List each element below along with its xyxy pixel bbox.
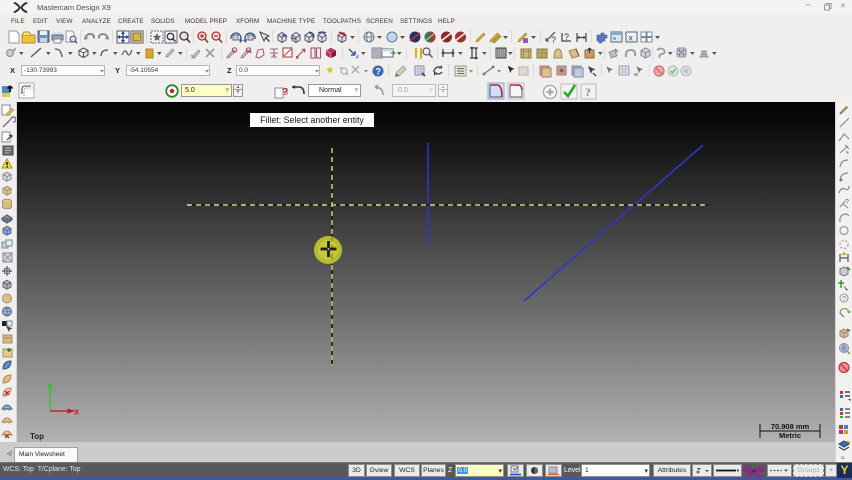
svg-text:?: ? bbox=[551, 35, 556, 45]
svg-text:Metric: Metric bbox=[779, 431, 801, 440]
svg-text:≈: ≈ bbox=[841, 455, 845, 462]
svg-text:?: ? bbox=[842, 296, 846, 303]
svg-text:Top: Top bbox=[30, 432, 44, 441]
svg-text:?: ? bbox=[376, 67, 382, 77]
svg-text:?: ? bbox=[585, 85, 591, 99]
svg-text:?: ? bbox=[564, 32, 569, 42]
svg-text:70.908 mm: 70.908 mm bbox=[771, 422, 810, 431]
svg-text:?: ? bbox=[845, 199, 849, 206]
svg-text:?: ? bbox=[282, 87, 288, 98]
svg-text:X: X bbox=[74, 408, 79, 417]
